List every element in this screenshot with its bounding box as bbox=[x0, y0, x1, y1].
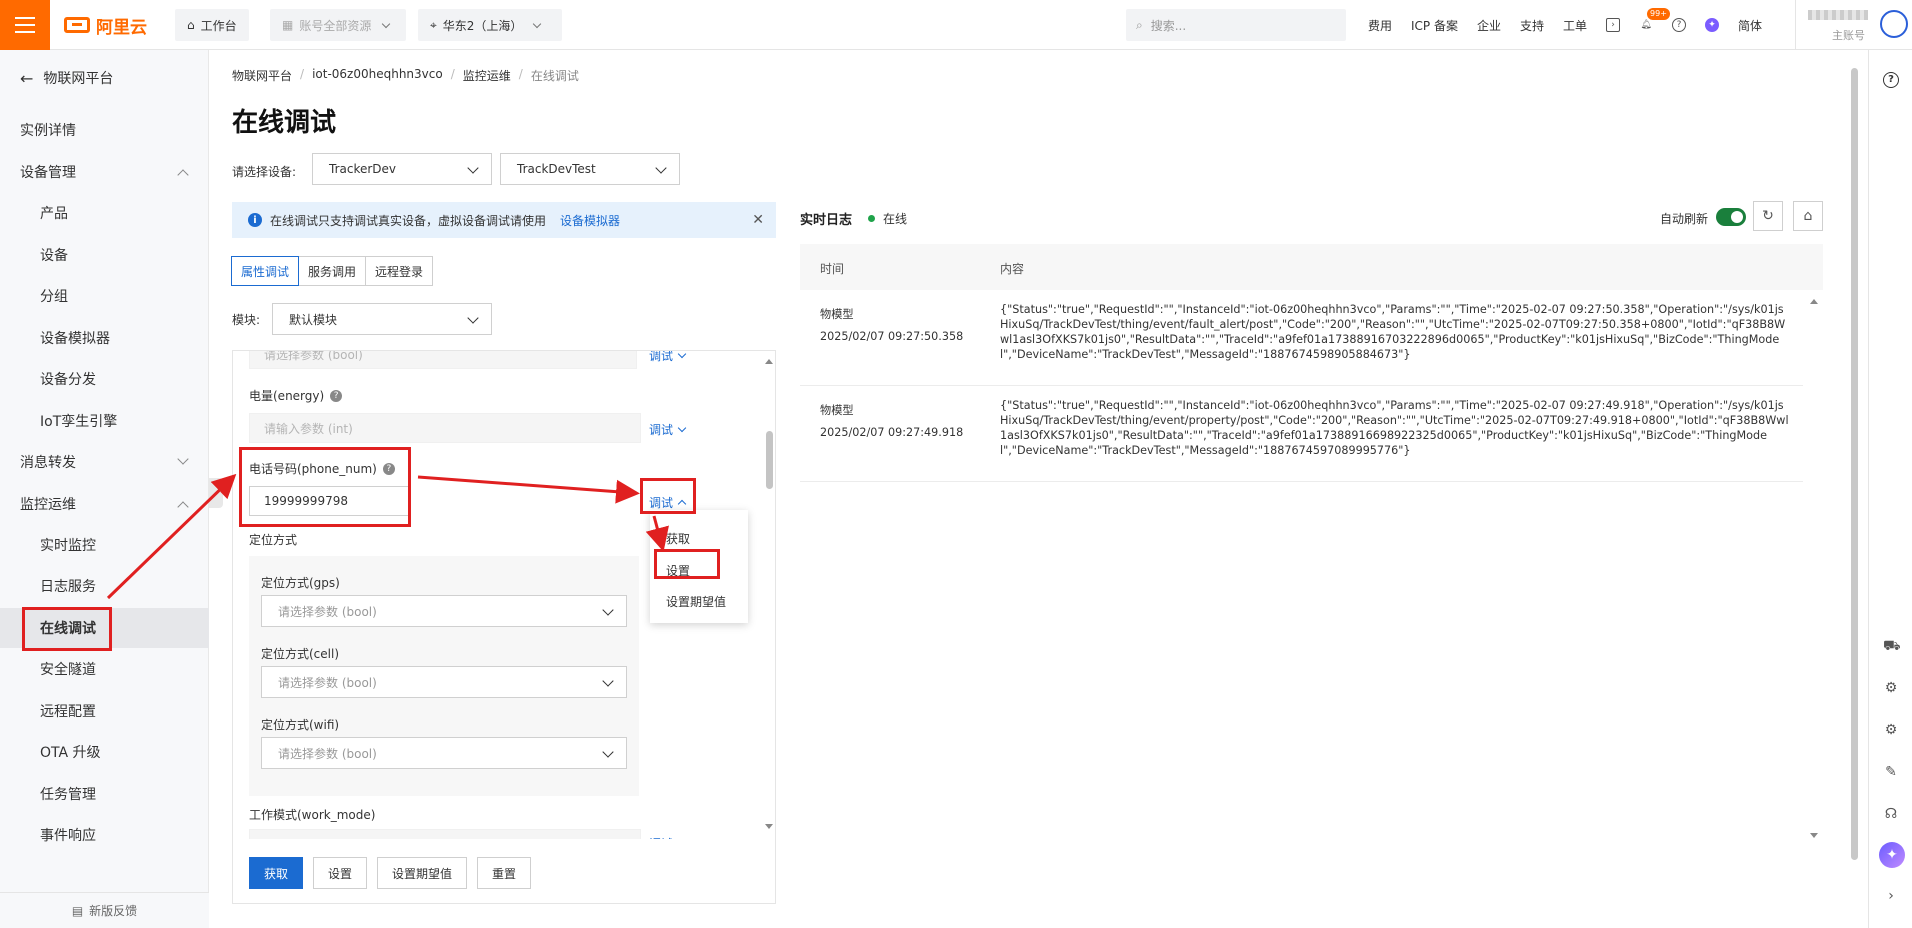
tab-label: 属性调试 bbox=[241, 264, 290, 279]
annotation-arrow bbox=[417, 475, 640, 504]
tab-property-debug[interactable]: 属性调试 bbox=[231, 256, 300, 286]
annotation-arrows bbox=[106, 473, 669, 600]
annotation-arrow bbox=[106, 473, 237, 600]
annotation-arrow bbox=[645, 515, 669, 552]
